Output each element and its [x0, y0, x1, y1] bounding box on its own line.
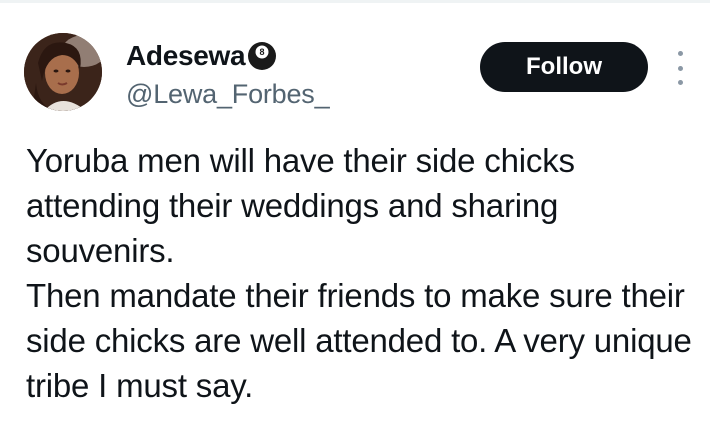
name-row: Adesewa 8	[126, 37, 329, 75]
follow-button[interactable]: Follow	[480, 42, 648, 92]
avatar-image	[24, 33, 102, 111]
tweet-text: Yoruba men will have their side chicks a…	[26, 138, 696, 408]
tweet-paragraph: Then mandate their friends to make sure …	[26, 277, 692, 404]
pool-8-ball-icon: 8	[247, 41, 277, 71]
user-handle[interactable]: @Lewa_Forbes_	[126, 79, 330, 110]
more-dot	[677, 65, 683, 71]
svg-text:8: 8	[260, 47, 265, 57]
display-name[interactable]: Adesewa	[126, 40, 246, 72]
user-block: Adesewa 8 @Lewa_Forbes_	[126, 37, 330, 110]
tweet-card: Adesewa 8 @Lewa_Forbes_ Follow Yoruba me…	[0, 3, 710, 423]
more-dot	[677, 80, 683, 85]
tweet-paragraph: Yoruba men will have their side chicks a…	[26, 142, 575, 269]
more-options-icon[interactable]	[670, 51, 690, 85]
more-dot	[677, 51, 683, 56]
avatar[interactable]	[24, 33, 102, 111]
